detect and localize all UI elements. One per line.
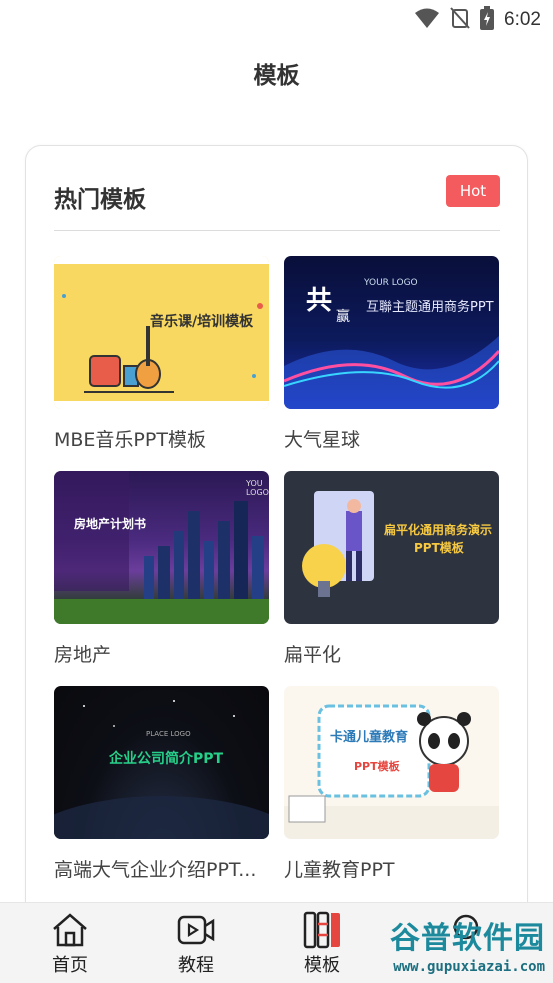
- status-bar: 6:02: [0, 0, 553, 38]
- template-caption[interactable]: 高端大气企业介绍PPT...: [54, 855, 269, 882]
- thumb-char: 赢: [336, 309, 350, 325]
- thumb-logo: PLACE LOGO: [146, 730, 191, 738]
- watermark-logo: 谷普软件园: [390, 921, 545, 956]
- thumb-title: 房地产计划书: [74, 517, 147, 531]
- watermark-url: www.gupuxiazai.com: [393, 959, 545, 975]
- hot-templates-card: 热门模板 Hot 音乐课/培训模板 MBE音乐PPT模板 YOUR LOGO 共…: [25, 145, 528, 947]
- divider: [54, 230, 500, 231]
- tab-home[interactable]: 首页: [30, 911, 110, 977]
- template-caption[interactable]: 大气星球: [284, 425, 499, 452]
- thumb-subtitle: PPT模板: [414, 541, 464, 555]
- thumb-title: 音乐课/培训模板: [150, 314, 254, 330]
- template-thumbnail[interactable]: 卡通儿童教育 PPT模板: [284, 686, 499, 839]
- status-time: 6:02: [504, 9, 541, 30]
- template-card-corporate[interactable]: PLACE LOGO 企业公司简介PPT 高端大气企业介绍PPT...: [54, 686, 269, 882]
- template-card-planet[interactable]: YOUR LOGO 共 赢 互聯主题通用商务PPT 大气星球: [284, 256, 499, 452]
- template-card-music[interactable]: 音乐课/培训模板 MBE音乐PPT模板: [54, 256, 269, 452]
- template-thumbnail[interactable]: YOUR LOGO 共 赢 互聯主题通用商务PPT: [284, 256, 499, 409]
- tab-label: 首页: [52, 955, 88, 976]
- thumb-logo: YOU LOGO: [246, 479, 269, 497]
- title-bar: 模板: [0, 56, 553, 90]
- template-thumbnail[interactable]: PLACE LOGO 企业公司简介PPT: [54, 686, 269, 839]
- section-title: 热门模板: [54, 187, 146, 213]
- watermark: 谷普软件园 www.gupuxiazai.com: [374, 911, 549, 977]
- thumb-subtitle: PPT模板: [354, 760, 400, 773]
- no-signal-icon: [450, 7, 470, 33]
- template-caption[interactable]: 儿童教育PPT: [284, 855, 499, 882]
- template-card-realestate[interactable]: 房地产计划书 YOU LOGO 房地产: [54, 471, 269, 667]
- bottom-tab-bar: 首页 教程 模板 谷普软件园 www.gupuxiazai.com: [0, 902, 553, 983]
- tab-label: 教程: [178, 955, 214, 976]
- home-icon: [30, 911, 110, 949]
- video-icon: [156, 911, 236, 949]
- thumb-title: 扁平化通用商务演示: [384, 523, 493, 537]
- template-card-flat[interactable]: 扁平化通用商务演示 PPT模板 扁平化: [284, 471, 499, 667]
- thumb-logo: YOUR LOGO: [364, 278, 418, 288]
- template-card-kids[interactable]: 卡通儿童教育 PPT模板 儿童教育PPT: [284, 686, 499, 882]
- template-thumbnail[interactable]: 扁平化通用商务演示 PPT模板: [284, 471, 499, 624]
- tab-tutorial[interactable]: 教程: [156, 911, 236, 977]
- template-caption[interactable]: MBE音乐PPT模板: [54, 425, 269, 452]
- template-caption[interactable]: 扁平化: [284, 640, 499, 667]
- template-caption[interactable]: 房地产: [54, 640, 269, 667]
- thumb-char: 共: [306, 286, 333, 316]
- wifi-icon: [414, 7, 440, 33]
- template-thumbnail[interactable]: 房地产计划书 YOU LOGO: [54, 471, 269, 624]
- tab-template[interactable]: 模板: [282, 911, 362, 977]
- thumb-title: 互聯主题通用商务PPT: [366, 300, 494, 315]
- thumb-title: 卡通儿童教育: [330, 730, 409, 745]
- tab-label: 模板: [304, 955, 340, 976]
- battery-icon: [480, 6, 495, 34]
- page-title: 模板: [253, 63, 300, 89]
- thumb-title: 企业公司简介PPT: [109, 751, 224, 767]
- hot-badge[interactable]: Hot: [446, 175, 500, 207]
- template-thumbnail[interactable]: 音乐课/培训模板: [54, 256, 269, 409]
- template-icon: [282, 911, 362, 949]
